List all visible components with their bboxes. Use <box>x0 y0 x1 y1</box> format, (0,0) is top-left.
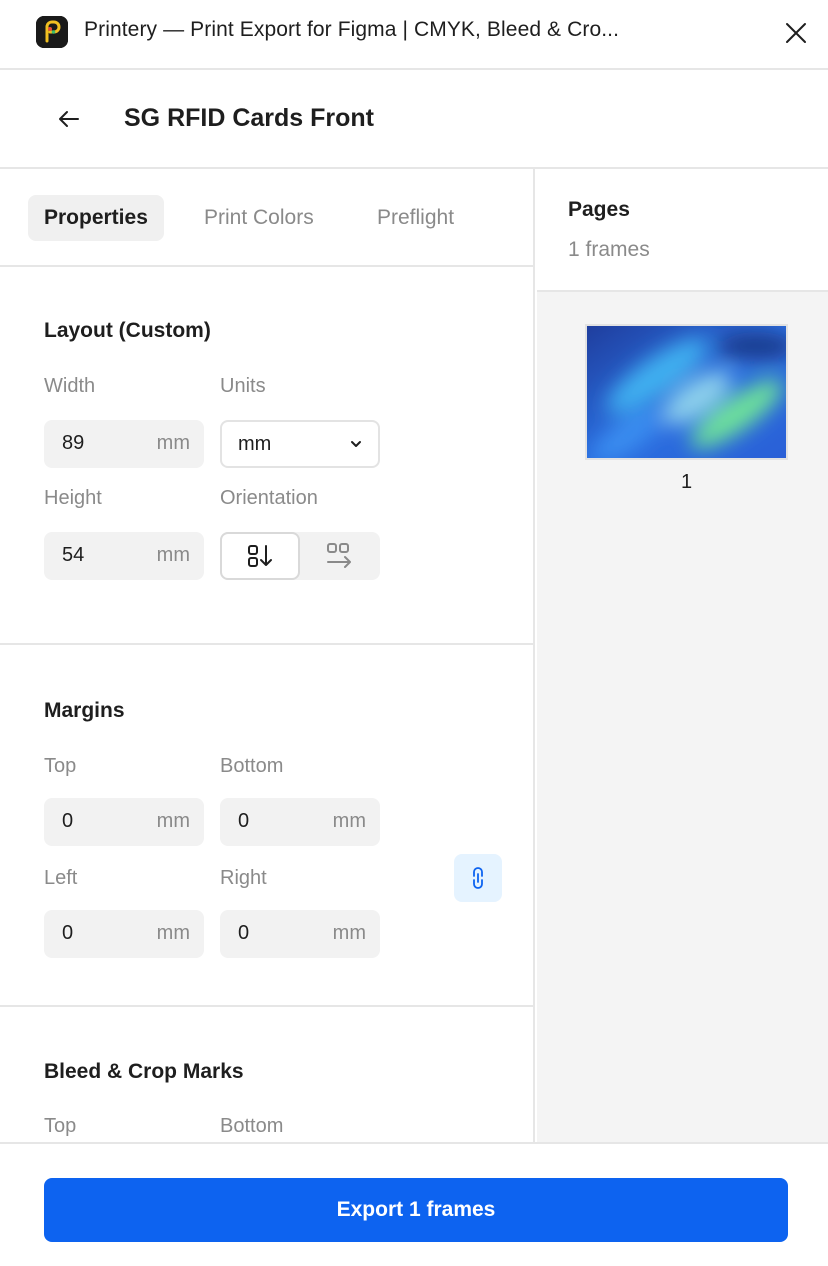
height-value: 54 <box>62 544 85 566</box>
export-button[interactable]: Export 1 frames <box>44 1178 788 1242</box>
chevron-down-icon <box>351 441 361 447</box>
margin-top-value: 0 <box>62 810 74 832</box>
layout-title: Layout (Custom) <box>44 319 211 342</box>
margin-bottom-value: 0 <box>238 810 250 832</box>
bleed-section: Bleed & Crop Marks Top Bottom <box>0 1007 533 1142</box>
margins-title: Margins <box>44 699 125 722</box>
height-unit: mm <box>156 544 190 566</box>
height-label: Height <box>44 487 102 509</box>
vertical-layout-icon <box>248 545 272 567</box>
margin-left-value: 0 <box>62 922 74 944</box>
height-input[interactable]: 54 mm <box>44 532 204 580</box>
units-label: Units <box>220 375 266 397</box>
margin-left-label: Left <box>44 867 78 889</box>
margin-bottom-input[interactable]: 0 mm <box>220 798 380 846</box>
tab-print-colors[interactable]: Print Colors <box>188 195 330 241</box>
margin-top-input[interactable]: 0 mm <box>44 798 204 846</box>
pages-header: Pages 1 frames <box>537 169 828 292</box>
bleed-top-label: Top <box>44 1115 77 1137</box>
width-unit: mm <box>156 432 190 454</box>
orientation-portrait-button[interactable] <box>220 532 300 580</box>
window-title: Printery — Print Export for Figma | CMYK… <box>84 18 620 41</box>
margin-top-unit: mm <box>156 810 190 832</box>
title-bar: Printery — Print Export for Figma | CMYK… <box>0 0 828 70</box>
layout-section: Layout (Custom) Width Units 89 mm mm Hei… <box>0 267 533 645</box>
margin-top-label: Top <box>44 755 77 777</box>
margin-bottom-label: Bottom <box>220 755 284 777</box>
close-button[interactable] <box>780 17 812 49</box>
close-icon <box>786 23 806 43</box>
margin-right-value: 0 <box>238 922 250 944</box>
width-input[interactable]: 89 mm <box>44 420 204 468</box>
margin-right-unit: mm <box>332 922 366 944</box>
pages-title: Pages <box>568 198 630 221</box>
orientation-toggle <box>220 532 380 580</box>
margin-left-input[interactable]: 0 mm <box>44 910 204 958</box>
printery-logo-icon <box>36 16 68 48</box>
pages-panel: Pages 1 frames 1 <box>537 169 828 1142</box>
page-header: SG RFID Cards Front <box>0 70 828 169</box>
frame-preview-image <box>587 326 786 458</box>
pages-count: 1 frames <box>568 238 650 261</box>
back-button[interactable] <box>52 102 86 136</box>
bleed-title: Bleed & Crop Marks <box>44 1060 244 1083</box>
width-label: Width <box>44 375 96 397</box>
tab-properties[interactable]: Properties <box>28 195 164 241</box>
margins-section: Margins Top Bottom 0 mm 0 mm Left Right … <box>0 645 533 1007</box>
bleed-bottom-label: Bottom <box>220 1115 284 1137</box>
page-thumbnail[interactable] <box>585 324 788 460</box>
orientation-label: Orientation <box>220 487 318 509</box>
margin-left-unit: mm <box>156 922 190 944</box>
margin-right-input[interactable]: 0 mm <box>220 910 380 958</box>
link-margins-button[interactable] <box>454 854 502 902</box>
properties-panel[interactable]: Properties Print Colors Preflight Layout… <box>0 169 535 1142</box>
footer: Export 1 frames <box>0 1142 828 1266</box>
tab-bar: Properties Print Colors Preflight <box>0 169 533 267</box>
margin-bottom-unit: mm <box>332 810 366 832</box>
link-icon <box>473 867 483 889</box>
orientation-landscape-button[interactable] <box>300 532 380 580</box>
width-value: 89 <box>62 432 85 454</box>
units-value: mm <box>238 433 272 455</box>
units-select[interactable]: mm <box>220 420 380 468</box>
page-title: SG RFID Cards Front <box>124 104 375 132</box>
page-thumbnail-label: 1 <box>680 471 693 493</box>
tab-preflight[interactable]: Preflight <box>361 195 470 241</box>
margin-right-label: Right <box>220 867 267 889</box>
horizontal-layout-icon <box>327 543 351 568</box>
arrow-left-icon <box>59 111 79 127</box>
